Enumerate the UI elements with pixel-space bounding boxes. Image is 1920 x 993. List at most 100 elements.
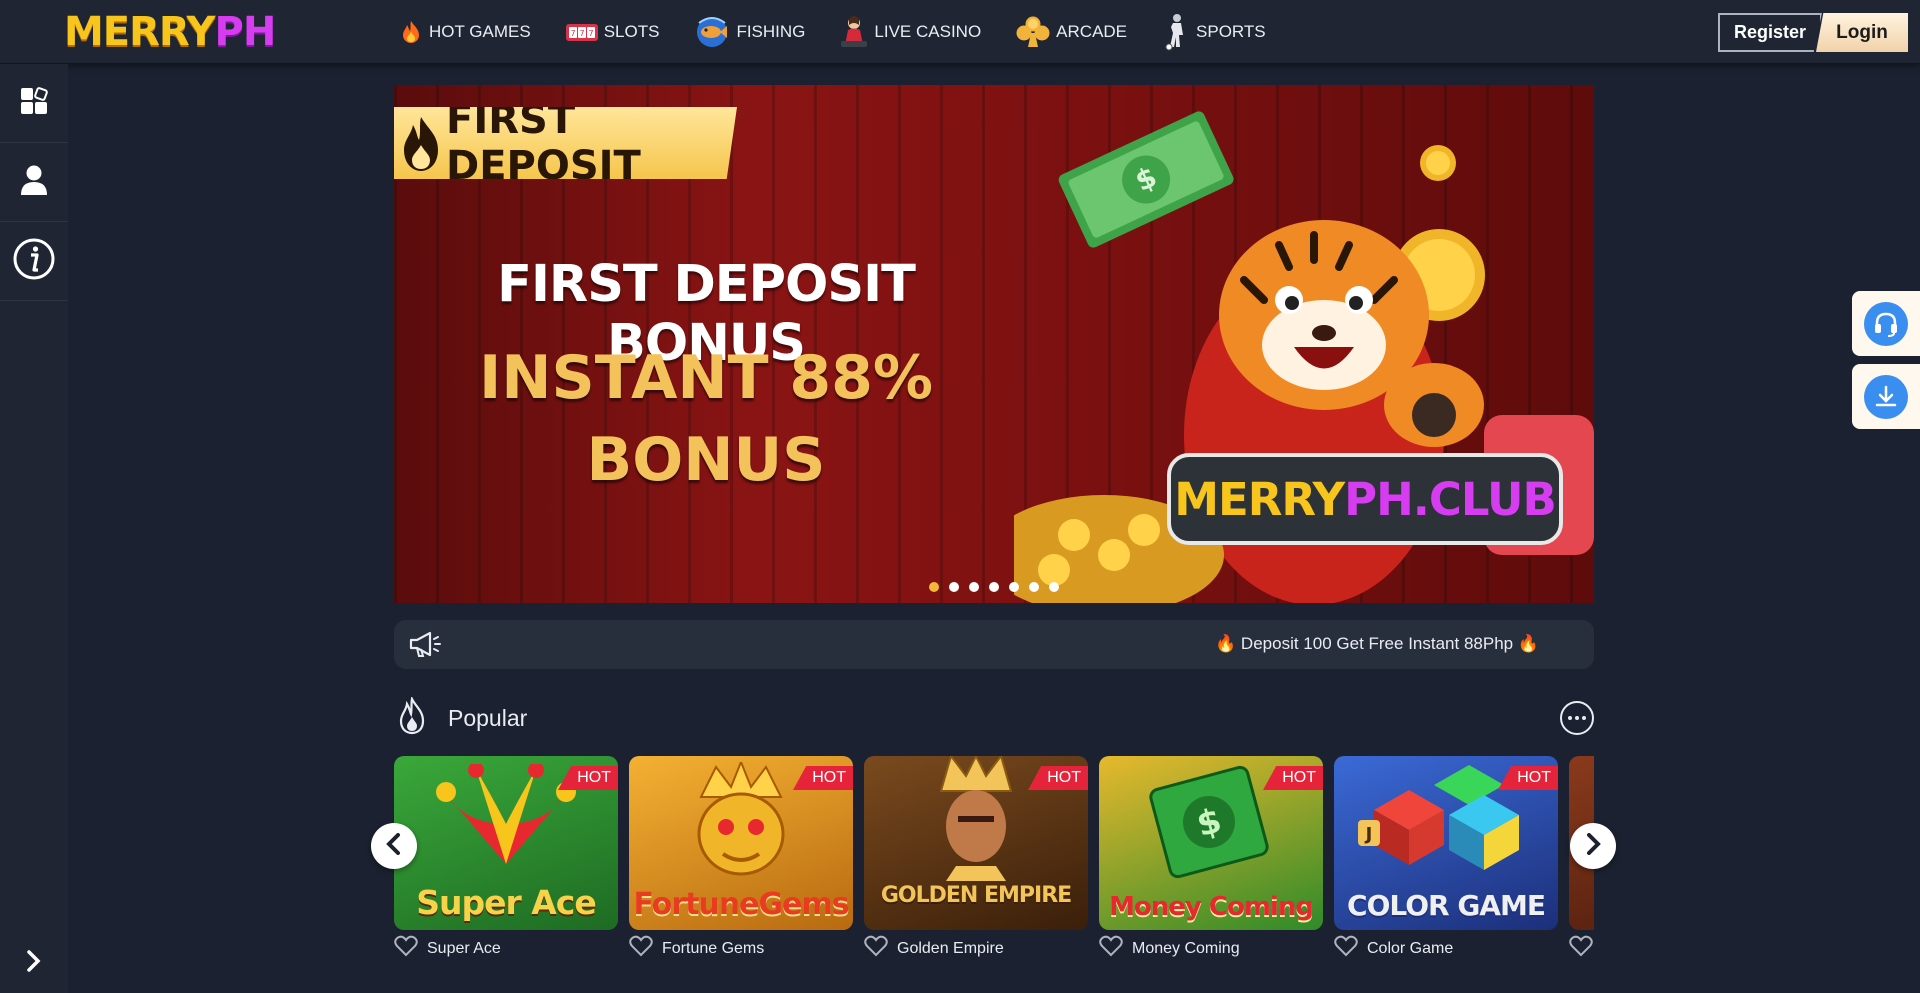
chevron-right-icon — [26, 949, 42, 978]
slot-machine-icon: 777 — [565, 19, 599, 45]
club-text-merry: MERRY — [1174, 472, 1345, 526]
club-suit-icon — [1015, 15, 1051, 49]
nav-fishing[interactable]: FISHING — [693, 15, 805, 49]
nav-label: FISHING — [736, 22, 806, 41]
heart-icon[interactable] — [1334, 935, 1358, 962]
heart-icon[interactable] — [1569, 935, 1593, 962]
soccer-player-icon — [1161, 13, 1191, 51]
logo-text-ph: PH — [214, 9, 277, 55]
dealer-icon — [839, 15, 869, 49]
heart-icon[interactable] — [394, 935, 418, 962]
app-download-button[interactable] — [1852, 364, 1920, 429]
game-name[interactable]: Super Ace — [427, 940, 501, 958]
sidebar-item-user[interactable] — [0, 143, 68, 222]
game-card[interactable]: GOLDEN EMPIRE HOT Golden Empire — [864, 756, 1088, 962]
announcement-text: 🔥 Deposit 100 Get Free Instant 88Php 🔥 — [1215, 634, 1539, 653]
game-logo-text: COLOR GAME — [1347, 889, 1546, 922]
carousel-dot[interactable] — [1009, 582, 1019, 592]
game-logo-text: Money Coming — [1109, 892, 1314, 922]
more-icon[interactable] — [1560, 701, 1594, 735]
nav-label: ARCADE — [1056, 22, 1128, 41]
game-name[interactable]: Money Coming — [1132, 940, 1240, 958]
banner-tag-text: FIRST DEPOSIT — [446, 97, 641, 189]
fish-icon — [693, 15, 731, 49]
hot-badge: HOT — [1028, 766, 1088, 790]
game-name-row: Golden Empire — [864, 935, 1088, 962]
flame-icon — [398, 19, 424, 45]
svg-text:7: 7 — [570, 29, 575, 38]
nav-sports[interactable]: SPORTS — [1161, 13, 1266, 51]
banner-bonus-line: INSTANT 88% — [478, 343, 934, 413]
game-card[interactable]: Super Ace HOT Super Ace — [394, 756, 618, 962]
customer-support-button[interactable] — [1852, 291, 1920, 356]
aztec-king-graphic — [939, 756, 1013, 881]
svg-text:7: 7 — [588, 29, 593, 38]
nav-live-casino[interactable]: LIVE CASINO — [839, 15, 981, 49]
game-card[interactable]: $ Money Coming HOT Money Coming — [1099, 756, 1323, 962]
jester-hat-graphic — [436, 764, 576, 864]
left-sidebar — [0, 64, 68, 993]
game-name-row: Color Game — [1334, 935, 1558, 962]
svg-text:7: 7 — [579, 29, 584, 38]
nav-slots[interactable]: 777 SLOTS — [565, 19, 660, 45]
carousel-dots — [929, 582, 1069, 592]
hot-badge: HOT — [793, 766, 853, 790]
nav-label: SPORTS — [1196, 22, 1266, 41]
game-logo-text: FortuneGems — [633, 887, 849, 922]
nav-label: LIVE CASINO — [874, 22, 982, 41]
carousel-dot[interactable] — [929, 582, 939, 592]
carousel-dot[interactable] — [949, 582, 959, 592]
register-button[interactable]: Register — [1718, 13, 1822, 52]
sidebar-item-apps[interactable] — [0, 64, 68, 143]
game-name-row: Super Ace — [394, 935, 618, 962]
carousel-dot[interactable] — [1049, 582, 1059, 592]
nav-hot-games[interactable]: HOT GAMES — [398, 19, 531, 45]
top-header: MERRYPH HOT GAMES 777 SLOTS FISHING LIVE… — [0, 0, 1920, 64]
flame-icon — [400, 115, 442, 179]
game-thumbnail[interactable]: J COLOR GAME HOT — [1334, 756, 1558, 930]
nav-label: SLOTS — [603, 22, 660, 41]
nav-arcade[interactable]: ARCADE — [1015, 15, 1127, 49]
sidebar-item-info[interactable] — [0, 222, 68, 301]
promo-banner[interactable]: FIRST DEPOSIT FIRST DEPOSIT BONUS INSTAN… — [394, 85, 1594, 603]
login-button[interactable]: Login — [1816, 13, 1908, 52]
game-name-row — [1569, 935, 1594, 962]
heart-icon[interactable] — [1099, 935, 1123, 962]
logo-text-merry: MERRY — [64, 9, 216, 55]
apps-icon — [19, 86, 49, 121]
carousel-prev-button[interactable] — [371, 823, 417, 869]
sidebar-expand-button[interactable] — [0, 943, 68, 983]
banner-tag: FIRST DEPOSIT — [394, 107, 737, 179]
download-icon — [1864, 374, 1908, 419]
announcement-bar: 🔥 Deposit 100 Get Free Instant 88Php 🔥 — [394, 620, 1594, 669]
carousel-dot[interactable] — [969, 582, 979, 592]
game-name[interactable]: Fortune Gems — [662, 940, 764, 958]
game-name[interactable]: Color Game — [1367, 940, 1453, 958]
game-logo-text: GOLDEN EMPIRE — [880, 883, 1072, 908]
money-bill-graphic: $ — [1149, 765, 1269, 879]
game-thumbnail[interactable]: Super Ace HOT — [394, 756, 618, 930]
site-logo[interactable]: MERRYPH — [64, 9, 277, 55]
heart-icon[interactable] — [629, 935, 653, 962]
game-logo-text: Super Ace — [416, 883, 597, 922]
game-card[interactable]: J COLOR GAME HOT Color Game — [1334, 756, 1558, 962]
game-name-row: Fortune Gems — [629, 935, 853, 962]
game-thumbnail[interactable]: GOLDEN EMPIRE HOT — [864, 756, 1088, 930]
section-title: Popular — [448, 705, 528, 731]
carousel-dot[interactable] — [1029, 582, 1039, 592]
game-thumbnail[interactable]: FortuneGems HOT — [629, 756, 853, 930]
heart-icon[interactable] — [864, 935, 888, 962]
nav-label: HOT GAMES — [429, 22, 531, 41]
user-icon — [20, 164, 48, 201]
main-nav: HOT GAMES 777 SLOTS FISHING LIVE CASINO … — [398, 0, 1300, 64]
club-text-ph: PH.CLUB — [1344, 472, 1557, 526]
popular-section-header: Popular — [398, 695, 1594, 739]
game-thumbnail[interactable]: $ Money Coming HOT — [1099, 756, 1323, 930]
game-card[interactable]: FortuneGems HOT Fortune Gems — [629, 756, 853, 962]
carousel-next-button[interactable] — [1570, 823, 1616, 869]
carousel-dot[interactable] — [989, 582, 999, 592]
game-name[interactable]: Golden Empire — [897, 940, 1004, 958]
golden-mask-graphic — [697, 762, 785, 876]
chevron-right-icon — [1585, 832, 1601, 860]
merryph-club-badge: MERRY PH.CLUB — [1167, 453, 1563, 545]
